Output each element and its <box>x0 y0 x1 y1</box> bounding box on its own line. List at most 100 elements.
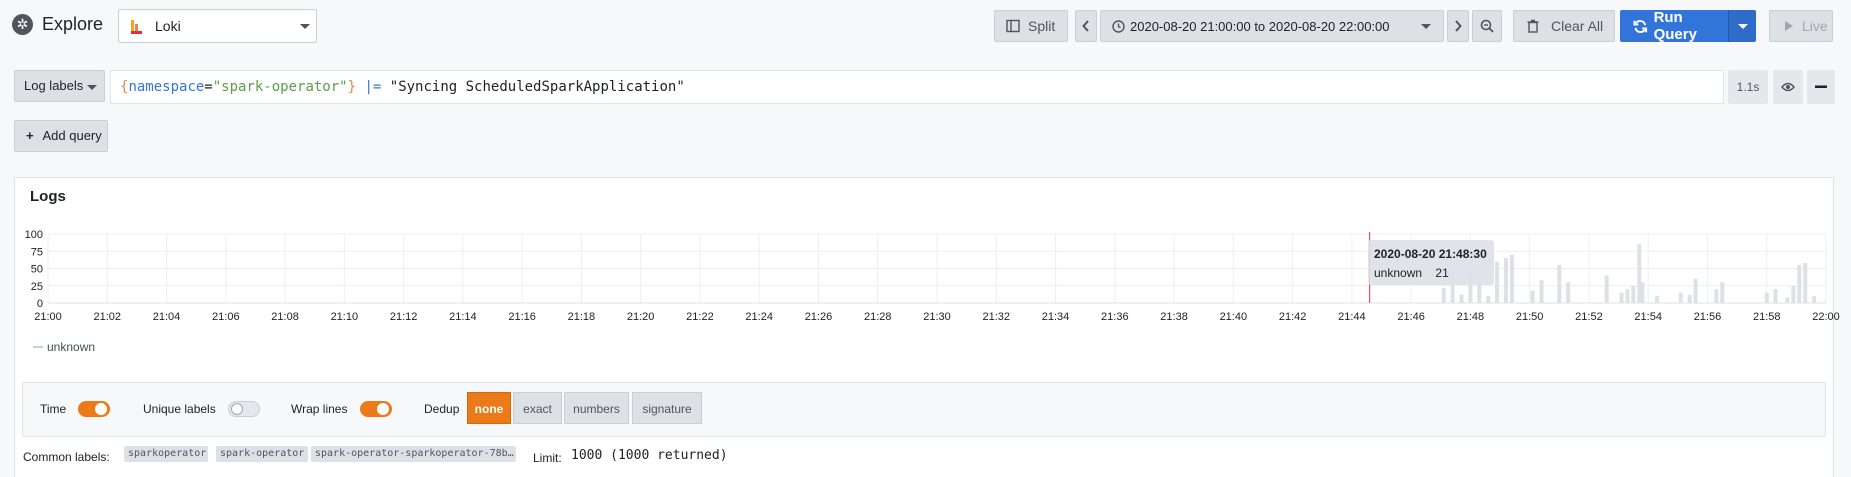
split-label: Split <box>1028 18 1056 34</box>
clock-icon <box>1112 19 1125 33</box>
query-input[interactable]: {namespace="spark-operator"} |= "Syncing… <box>110 70 1724 104</box>
bar <box>1503 258 1508 303</box>
x-tick-label: 21:06 <box>212 311 240 323</box>
x-tick-label: 21:12 <box>390 311 418 323</box>
x-tick-label: 21:56 <box>1694 311 1722 323</box>
dedup-numbers-button[interactable]: numbers <box>564 392 629 424</box>
query-brace-close: } <box>347 79 357 95</box>
query-label-value: "spark-operator" <box>212 79 348 95</box>
logs-title: Logs <box>30 188 66 205</box>
bar <box>1797 265 1802 303</box>
sync-icon <box>1633 19 1648 33</box>
bar <box>1640 282 1645 303</box>
logs-volume-chart[interactable]: 0 25 50 75 100 21:00 21:02 21:04 21:06 21:08 21:10… <box>0 222 1851 332</box>
add-query-label: Add query <box>42 128 102 143</box>
x-tick-label: 21:38 <box>1160 311 1188 323</box>
dedup-exact-button[interactable]: exact <box>513 392 562 424</box>
y-tick-label: 75 <box>31 246 43 258</box>
unique-labels-toggle-label: Unique labels <box>143 402 216 416</box>
x-tick-label: 22:00 <box>1812 311 1840 323</box>
x-tick-label: 21:58 <box>1753 311 1781 323</box>
log-labels-button[interactable]: Log labels <box>14 70 105 102</box>
chevron-down-icon <box>87 85 97 90</box>
eye-icon <box>1781 82 1795 92</box>
x-tick-label: 21:48 <box>1457 311 1485 323</box>
time-forward-button[interactable] <box>1447 10 1469 42</box>
bar <box>1566 282 1571 303</box>
dedup-signature-button[interactable]: signature <box>632 392 702 424</box>
x-tick-label: 21:20 <box>627 311 655 323</box>
y-tick-label: 50 <box>31 264 43 276</box>
log-labels-label: Log labels <box>24 78 84 93</box>
bar <box>1459 294 1464 303</box>
legend-item[interactable]: unknown <box>47 340 95 354</box>
time-toggle[interactable] <box>78 401 110 417</box>
chevron-left-icon <box>1082 20 1089 32</box>
wrap-lines-toggle[interactable] <box>360 401 392 417</box>
bar <box>1678 292 1683 303</box>
run-query-button[interactable]: Run Query <box>1620 9 1728 43</box>
add-query-button[interactable]: + Add query <box>14 120 108 152</box>
bar <box>1785 297 1790 303</box>
time-range-picker[interactable]: 2020-08-20 21:00:00 to 2020-08-20 22:00:… <box>1100 10 1444 42</box>
x-tick-label: 21:02 <box>94 311 122 323</box>
chevron-down-icon <box>1421 24 1431 29</box>
dedup-label: Dedup <box>424 402 460 416</box>
x-tick-label: 21:34 <box>1042 311 1070 323</box>
bar <box>1509 254 1514 303</box>
time-toggle-label: Time <box>40 402 67 416</box>
zoom-out-icon <box>1480 19 1494 33</box>
tooltip-value: 21 <box>1435 266 1449 280</box>
tooltip-time: 2020-08-20 21:48:30 <box>1374 247 1487 261</box>
query-filter-string: "Syncing ScheduledSparkApplication" <box>389 79 685 95</box>
bar <box>1714 289 1719 303</box>
play-icon <box>1785 21 1793 31</box>
x-tick-label: 21:14 <box>449 311 477 323</box>
x-tick-label: 21:16 <box>508 311 536 323</box>
chevron-down-icon <box>300 24 310 29</box>
explore-icon: ✲ <box>12 14 33 35</box>
minus-icon <box>1815 85 1827 88</box>
common-label-chip: sparkoperator <box>124 446 208 462</box>
zoom-out-button[interactable] <box>1472 10 1502 42</box>
remove-query-button[interactable] <box>1807 70 1835 104</box>
bar <box>1539 280 1544 303</box>
x-tick-label: 21:54 <box>1634 311 1662 323</box>
unique-labels-toggle[interactable] <box>228 401 260 417</box>
split-button[interactable]: Split <box>994 10 1068 42</box>
query-pipe-operator: |= <box>364 79 382 95</box>
query-duration: 1.1s <box>1728 70 1768 104</box>
x-tick-label: 21:24 <box>745 311 773 323</box>
bar <box>1791 285 1796 303</box>
bar <box>1693 278 1698 303</box>
chevron-right-icon <box>1455 20 1462 32</box>
run-query-label: Run Query <box>1653 9 1697 43</box>
bar <box>1655 296 1660 303</box>
chart-tooltip: 2020-08-20 21:48:30 unknown 21 <box>1368 240 1494 285</box>
x-tick-label: 21:10 <box>331 311 359 323</box>
common-label-chip: spark-operator <box>216 446 308 462</box>
chevron-down-icon <box>1738 24 1748 29</box>
x-tick-label: 21:04 <box>153 311 181 323</box>
tooltip-series: unknown <box>1374 266 1423 280</box>
bar <box>1625 289 1630 303</box>
x-tick-label: 21:46 <box>1397 311 1425 323</box>
trash-icon <box>1527 19 1539 33</box>
live-label: Live <box>1802 18 1828 34</box>
clear-all-button[interactable]: Clear All <box>1513 10 1615 42</box>
x-tick-label: 21:42 <box>1279 311 1307 323</box>
dedup-none-button[interactable]: none <box>467 392 511 424</box>
legend-swatch <box>33 346 43 348</box>
run-options-button[interactable] <box>1728 10 1756 42</box>
bar <box>1477 282 1482 303</box>
x-tick-label: 21:22 <box>686 311 714 323</box>
query-operator: = <box>204 79 213 95</box>
time-back-button[interactable] <box>1075 10 1097 42</box>
live-button[interactable]: Live <box>1769 10 1833 42</box>
datasource-picker[interactable]: Loki <box>118 9 317 43</box>
wrap-lines-toggle-label: Wrap lines <box>291 402 348 416</box>
datasource-label: Loki <box>155 18 181 34</box>
x-tick-label: 21:32 <box>983 311 1011 323</box>
toggle-query-visibility-button[interactable] <box>1773 70 1803 104</box>
split-icon <box>1006 19 1020 33</box>
